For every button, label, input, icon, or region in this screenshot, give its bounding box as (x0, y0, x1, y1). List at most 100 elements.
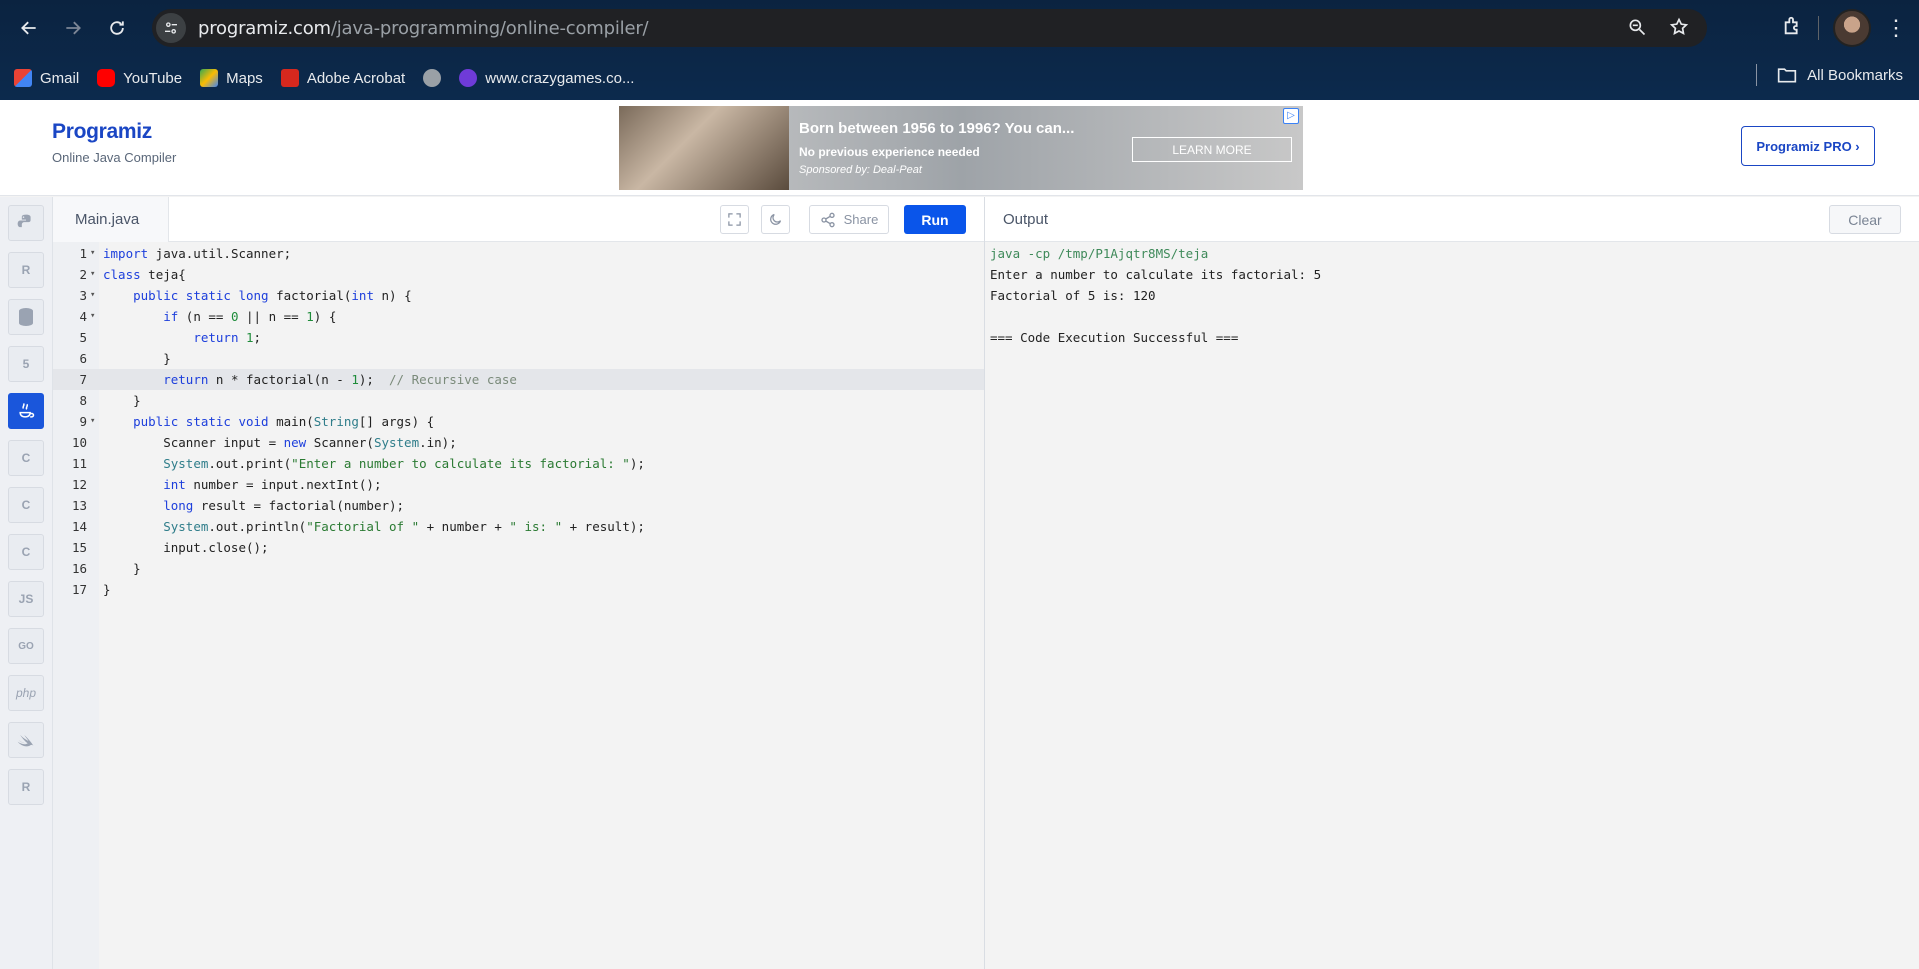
python-icon[interactable] (8, 205, 44, 241)
fullscreen-button[interactable] (720, 205, 749, 234)
cpp-icon[interactable]: C (8, 487, 44, 523)
rust-icon[interactable]: R (8, 769, 44, 805)
swift-icon[interactable] (8, 722, 44, 758)
code-line: 5 return 1; (79, 330, 262, 345)
sql-icon[interactable] (8, 299, 44, 335)
code-line: 13 long result = factorial(number); (71, 498, 405, 513)
go-icon[interactable]: GO (8, 628, 44, 664)
crazygames-icon (459, 69, 478, 87)
code-line: 6 } (79, 351, 171, 366)
bookmark-maps[interactable]: Maps (200, 69, 263, 87)
code-line: 10 Scanner input = new Scanner(System.in… (71, 435, 457, 450)
code-line: 3 ▾ public static long factorial(int n) { (79, 288, 412, 303)
divider (1756, 64, 1758, 86)
divider (1818, 16, 1819, 40)
c-icon[interactable]: C (8, 440, 44, 476)
omnibox-icons (1627, 17, 1689, 37)
dark-mode-button[interactable] (761, 205, 790, 234)
programiz-pro-button[interactable]: Programiz PRO › (1741, 126, 1875, 166)
code-editor[interactable]: 1 ▾ import java.util.Scanner; 2 ▾ class teja… (53, 242, 984, 969)
globe-icon (423, 69, 442, 87)
gmail-icon (14, 69, 32, 87)
extensions-icon[interactable] (1782, 15, 1804, 42)
profile-avatar[interactable] (1833, 9, 1871, 47)
clear-button[interactable]: Clear (1829, 205, 1901, 234)
address-bar[interactable]: programiz.com/java-programming/online-co… (152, 9, 1707, 47)
output-line: Enter a number to calculate its factoria… (990, 267, 1322, 282)
output-pane: Output Clear java -cp /tmp/P1Ajqtr8MS/te… (985, 197, 1919, 969)
share-icon (820, 212, 835, 227)
adchoices-icon[interactable]: ▷ (1283, 108, 1299, 124)
folder-icon (1777, 68, 1797, 83)
star-icon[interactable] (1669, 17, 1689, 37)
back-button[interactable] (12, 11, 46, 45)
ad-title: Born between 1956 to 1996? You can... (799, 120, 1075, 137)
moon-icon (770, 213, 782, 225)
language-sidebar: R 5 C C C JS GO php R (0, 197, 53, 969)
code-line: 15 input.close(); (71, 540, 269, 555)
bookmark-globe[interactable] (423, 69, 442, 87)
arrow-left-icon (21, 21, 36, 35)
code-line: 2 ▾ class teja{ (79, 267, 186, 282)
bookmark-label: YouTube (123, 69, 183, 87)
code-line-active: 7 return n * factorial(n - 1); // Recurs… (53, 369, 984, 390)
programiz-logo[interactable]: Programiz Online Java Compiler (52, 120, 176, 165)
share-button[interactable]: Share (809, 205, 889, 234)
bookmark-youtube[interactable]: YouTube (97, 69, 182, 87)
url-path: /java-programming/online-compiler/ (330, 17, 649, 39)
java-icon[interactable] (8, 393, 44, 429)
php-icon[interactable]: php (8, 675, 44, 711)
code-line: 1 ▾ import java.util.Scanner; (79, 246, 292, 261)
output-toolbar: Output Clear (985, 197, 1919, 242)
r-icon[interactable]: R (8, 252, 44, 288)
code-line: 14 System.out.println("Factorial of " + … (71, 519, 645, 534)
bookmark-label: Adobe Acrobat (306, 69, 406, 87)
ad-learn-more-button[interactable]: LEARN MORE (1132, 137, 1292, 162)
acrobat-icon (280, 69, 299, 87)
url-host: programiz.com (198, 17, 331, 39)
bookmark-label: Gmail (40, 69, 80, 87)
zoom-icon[interactable] (1627, 17, 1647, 37)
menu-kebab-icon[interactable]: ⋮ (1885, 15, 1907, 41)
code-line: 4 ▾ if (n == 0 || n == 1) { (79, 309, 337, 324)
output-success-line: === Code Execution Successful === (990, 330, 1239, 345)
run-button[interactable]: Run (904, 205, 966, 234)
tab-main-java[interactable]: Main.java (53, 197, 169, 242)
browser-chrome: programiz.com/java-programming/online-co… (0, 0, 1919, 100)
reload-button[interactable] (100, 11, 134, 45)
ad-text: No previous experience needed (799, 145, 980, 159)
workspace: R 5 C C C JS GO php R Main.java Share Ru… (0, 197, 1919, 969)
output-command-line: java -cp /tmp/P1Ajqtr8MS/teja (990, 246, 1209, 261)
forward-button[interactable] (56, 11, 90, 45)
editor-toolbar: Main.java Share Run (53, 197, 984, 242)
javascript-icon[interactable]: JS (8, 581, 44, 617)
html-icon[interactable]: 5 (8, 346, 44, 382)
code-line: 16 } (71, 561, 141, 576)
logo-text: Programiz (52, 120, 152, 143)
bookmark-crazygames[interactable]: www.crazygames.co... (459, 69, 634, 87)
code-line: 9 ▾ public static void main(String[] args… (79, 414, 435, 429)
ad-banner[interactable]: Born between 1956 to 1996? You can... No… (619, 106, 1303, 190)
share-label: Share (843, 212, 879, 227)
editor-pane: Main.java Share Run 1 ▾ import java.util.S… (53, 197, 985, 969)
arrow-right-icon (66, 21, 81, 35)
code-line: 11 System.out.print("Enter a number to c… (71, 456, 645, 471)
bookmark-adobe-acrobat[interactable]: Adobe Acrobat (280, 69, 406, 87)
output-line: Factorial of 5 is: 120 (990, 288, 1156, 303)
all-bookmarks[interactable]: All Bookmarks (1756, 64, 1903, 86)
ad-sponsor: Sponsored by: Deal-Peat (799, 164, 922, 176)
bookmarks-bar: Gmail YouTube Maps Adobe Acrobat www.cra… (0, 56, 1919, 100)
url-text[interactable]: programiz.com/java-programming/online-co… (198, 17, 649, 39)
toolbar-right: ⋮ (1782, 9, 1907, 47)
page-subtitle: Online Java Compiler (52, 150, 177, 165)
site-header: Programiz Online Java Compiler Born betw… (0, 100, 1919, 196)
csharp-icon[interactable]: C (8, 534, 44, 570)
site-info-icon[interactable] (156, 13, 186, 43)
code-line: 17} (71, 582, 111, 597)
bookmark-gmail[interactable]: Gmail (14, 69, 79, 87)
reload-icon (110, 21, 124, 35)
ad-image (619, 106, 789, 190)
all-bookmarks-label: All Bookmarks (1807, 66, 1903, 84)
bookmark-label: www.crazygames.co... (485, 69, 635, 87)
output-title: Output (1003, 211, 1049, 228)
